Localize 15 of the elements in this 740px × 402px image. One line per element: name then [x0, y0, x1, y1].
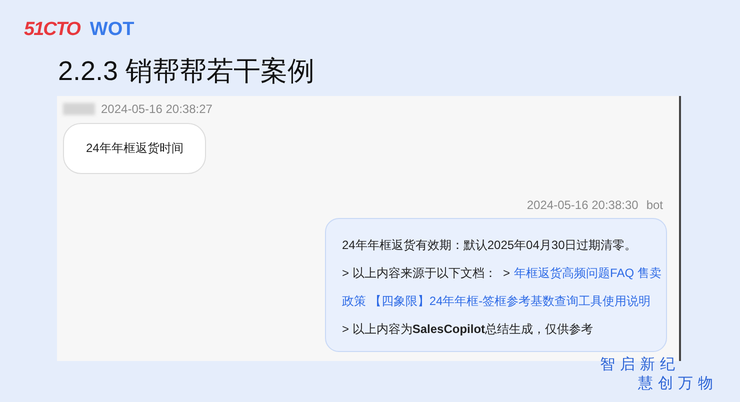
document-link[interactable]: 年框返货高频问题FAQ 售卖	[514, 259, 662, 287]
document-link[interactable]: 政策 【四象限】24年年框-签框参考基数查询工具使用说明	[342, 287, 651, 315]
message-time: 2024-05-16 20:38:30	[526, 198, 638, 212]
brand-logo: 51CTO	[24, 19, 80, 41]
answer-text: 24年年框返货有效期：默认2025年04月30日过期清零。	[342, 237, 637, 254]
redacted-name	[63, 103, 95, 115]
slide-title: 2.2.3 销帮帮若干案例	[58, 55, 316, 88]
user-message: 24年年框返货时间	[63, 123, 206, 174]
slogan-line: 慧创万物	[638, 374, 718, 393]
disclaimer-text: > 以上内容为SalesCopilot总结生成，仅供参考	[342, 321, 594, 338]
sender-name: bot	[646, 198, 663, 212]
slogan-line: 智启新纪	[600, 355, 680, 374]
event-logo: WOT	[90, 19, 134, 41]
message-time: 2024-05-16 20:38:27	[101, 102, 212, 116]
source-label: > 以上内容来源于以下文档： >	[342, 265, 510, 282]
